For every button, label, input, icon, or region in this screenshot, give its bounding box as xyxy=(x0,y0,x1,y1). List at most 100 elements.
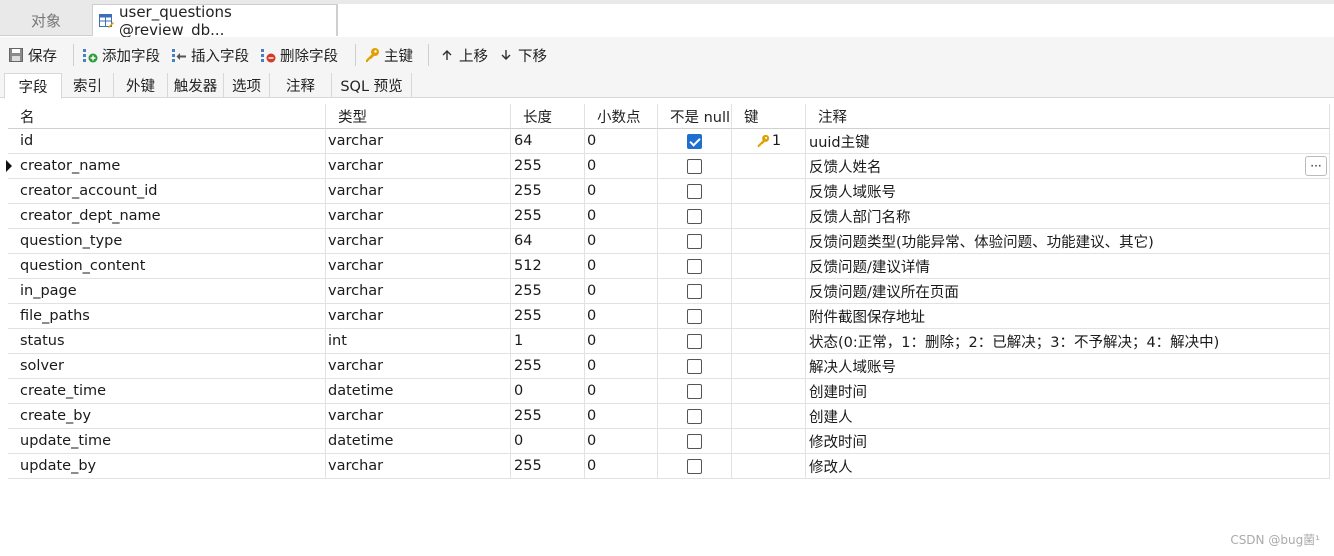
not-null-checkbox[interactable] xyxy=(687,458,702,474)
field-type-cell[interactable]: varchar xyxy=(326,204,511,229)
field-length-cell[interactable]: 255 xyxy=(511,154,585,179)
field-comment-cell[interactable]: 反馈问题/建议详情 xyxy=(806,254,1330,279)
field-name-cell[interactable]: question_type xyxy=(8,229,326,254)
subtab-options[interactable]: 选项 xyxy=(224,73,270,98)
field-length-cell[interactable]: 255 xyxy=(511,179,585,204)
field-length-cell[interactable]: 64 xyxy=(511,129,585,154)
field-name-cell[interactable]: create_by xyxy=(8,404,326,429)
not-null-checkbox[interactable] xyxy=(687,258,702,274)
save-button[interactable]: 保存 xyxy=(8,43,57,67)
delete-field-button[interactable]: 删除字段 xyxy=(260,43,338,67)
subtab-comments[interactable]: 注释 xyxy=(270,73,332,98)
move-up-button[interactable]: 上移 xyxy=(439,43,488,67)
field-not-null-cell[interactable] xyxy=(658,254,732,279)
table-row[interactable]: question_type varchar 64 0 反馈问题类型(功能异常、体验问题、… xyxy=(4,229,1330,254)
field-not-null-cell[interactable] xyxy=(658,379,732,404)
column-header-not-null[interactable]: 不是 null xyxy=(658,104,732,129)
field-key-cell[interactable]: 1 xyxy=(732,129,806,154)
subtab-triggers[interactable]: 触发器 xyxy=(168,73,224,98)
field-key-cell[interactable] xyxy=(732,254,806,279)
field-decimal-cell[interactable]: 0 xyxy=(585,204,658,229)
not-null-checkbox[interactable] xyxy=(687,208,702,224)
field-key-cell[interactable] xyxy=(732,354,806,379)
field-type-cell[interactable]: varchar xyxy=(326,404,511,429)
field-decimal-cell[interactable]: 0 xyxy=(585,379,658,404)
field-length-cell[interactable]: 0 xyxy=(511,379,585,404)
field-key-cell[interactable] xyxy=(732,154,806,179)
field-name-cell[interactable]: question_content xyxy=(8,254,326,279)
field-not-null-cell[interactable] xyxy=(658,229,732,254)
field-name-cell[interactable]: id xyxy=(8,129,326,154)
not-null-checkbox[interactable] xyxy=(687,358,702,374)
field-key-cell[interactable] xyxy=(732,204,806,229)
field-name-cell[interactable]: status xyxy=(8,329,326,354)
field-comment-cell[interactable]: 修改人 xyxy=(806,454,1330,479)
column-header-length[interactable]: 长度 xyxy=(511,104,585,129)
field-name-cell[interactable]: update_time xyxy=(8,429,326,454)
table-row[interactable]: creator_name varchar 255 0 反馈人姓名 xyxy=(4,154,1330,179)
table-row[interactable]: creator_account_id varchar 255 0 反馈人域账号 xyxy=(4,179,1330,204)
field-length-cell[interactable]: 64 xyxy=(511,229,585,254)
field-decimal-cell[interactable]: 0 xyxy=(585,404,658,429)
field-key-cell[interactable] xyxy=(732,179,806,204)
add-field-button[interactable]: 添加字段 xyxy=(82,43,160,67)
field-not-null-cell[interactable] xyxy=(658,154,732,179)
field-not-null-cell[interactable] xyxy=(658,179,732,204)
field-type-cell[interactable]: datetime xyxy=(326,379,511,404)
field-decimal-cell[interactable]: 0 xyxy=(585,429,658,454)
field-not-null-cell[interactable] xyxy=(658,304,732,329)
field-key-cell[interactable] xyxy=(732,329,806,354)
field-length-cell[interactable]: 255 xyxy=(511,279,585,304)
field-comment-cell[interactable]: 反馈问题类型(功能异常、体验问题、功能建议、其它) xyxy=(806,229,1330,254)
field-key-cell[interactable] xyxy=(732,379,806,404)
field-type-cell[interactable]: int xyxy=(326,329,511,354)
column-header-decimal[interactable]: 小数点 xyxy=(585,104,658,129)
field-decimal-cell[interactable]: 0 xyxy=(585,354,658,379)
field-length-cell[interactable]: 1 xyxy=(511,329,585,354)
tab-objects[interactable]: 对象 xyxy=(0,4,92,36)
field-name-cell[interactable]: create_time xyxy=(8,379,326,404)
table-row[interactable]: id varchar 64 0 1 uuid主键 xyxy=(4,129,1330,154)
subtab-indexes[interactable]: 索引 xyxy=(62,73,114,98)
field-comment-cell[interactable]: 修改时间 xyxy=(806,429,1330,454)
column-header-key[interactable]: 键 xyxy=(732,104,806,129)
not-null-checkbox[interactable] xyxy=(687,433,702,449)
field-comment-cell[interactable]: 附件截图保存地址 xyxy=(806,304,1330,329)
field-not-null-cell[interactable] xyxy=(658,279,732,304)
move-down-button[interactable]: 下移 xyxy=(498,43,547,67)
field-type-cell[interactable]: datetime xyxy=(326,429,511,454)
primary-key-button[interactable]: 主键 xyxy=(364,43,413,67)
field-length-cell[interactable]: 255 xyxy=(511,404,585,429)
not-null-checkbox[interactable] xyxy=(687,183,702,199)
field-comment-cell[interactable]: uuid主键 xyxy=(806,129,1330,154)
subtab-sql-preview[interactable]: SQL 预览 xyxy=(332,73,412,98)
column-header-name[interactable]: 名 xyxy=(8,104,326,129)
not-null-checkbox[interactable] xyxy=(687,383,702,399)
table-row[interactable]: update_time datetime 0 0 修改时间 xyxy=(4,429,1330,454)
column-header-type[interactable]: 类型 xyxy=(326,104,511,129)
field-key-cell[interactable] xyxy=(732,229,806,254)
field-comment-cell[interactable]: 反馈问题/建议所在页面 xyxy=(806,279,1330,304)
field-key-cell[interactable] xyxy=(732,429,806,454)
field-not-null-cell[interactable] xyxy=(658,404,732,429)
field-comment-cell[interactable]: 状态(0:正常，1：删除；2：已解决；3：不予解决；4：解决中) xyxy=(806,329,1330,354)
field-decimal-cell[interactable]: 0 xyxy=(585,129,658,154)
field-comment-cell[interactable]: 创建时间 xyxy=(806,379,1330,404)
field-decimal-cell[interactable]: 0 xyxy=(585,154,658,179)
field-type-cell[interactable]: varchar xyxy=(326,254,511,279)
field-name-cell[interactable]: creator_account_id xyxy=(8,179,326,204)
field-type-cell[interactable]: varchar xyxy=(326,154,511,179)
field-type-cell[interactable]: varchar xyxy=(326,454,511,479)
field-name-cell[interactable]: creator_dept_name xyxy=(8,204,326,229)
field-key-cell[interactable] xyxy=(732,404,806,429)
table-row[interactable]: solver varchar 255 0 解决人域账号 xyxy=(4,354,1330,379)
not-null-checkbox[interactable] xyxy=(687,133,702,149)
field-length-cell[interactable]: 255 xyxy=(511,304,585,329)
field-decimal-cell[interactable]: 0 xyxy=(585,229,658,254)
field-not-null-cell[interactable] xyxy=(658,454,732,479)
field-not-null-cell[interactable] xyxy=(658,354,732,379)
field-not-null-cell[interactable] xyxy=(658,129,732,154)
field-key-cell[interactable] xyxy=(732,304,806,329)
field-type-cell[interactable]: varchar xyxy=(326,279,511,304)
field-decimal-cell[interactable]: 0 xyxy=(585,254,658,279)
